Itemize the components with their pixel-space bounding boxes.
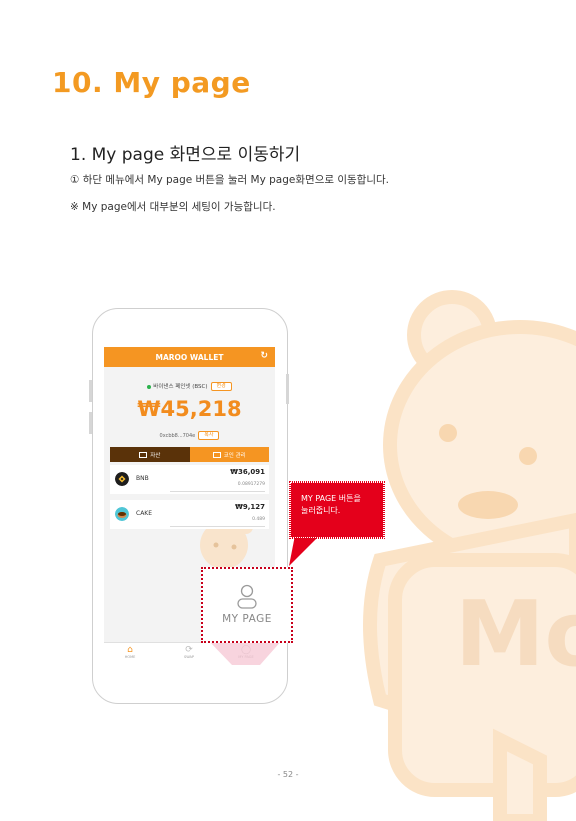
tab-coin-manage-label: 코인 관리 <box>223 452 246 459</box>
mascot-illustration: Mo <box>363 290 576 821</box>
nav-swap-label: SWAP <box>184 655 194 659</box>
note-text: ※ My page에서 대부분의 세팅이 가능합니다. <box>70 201 276 213</box>
bottom-nav: ⌂ HOME ⟳ SWAP ◯ MY PAGE <box>104 642 275 665</box>
callout-box: MY PAGE 버튼을 눌러줍니다. <box>289 481 385 539</box>
svg-text:Mo: Mo <box>455 582 576 687</box>
page-number: - 52 - <box>277 770 299 779</box>
nav-home-label: HOME <box>124 655 136 659</box>
mypage-label: MY PAGE <box>222 613 272 625</box>
coin-amount: 0.489 <box>252 517 265 522</box>
wallet-tabs: 자산 코인 관리 <box>110 447 269 462</box>
network-change-button[interactable]: 변경 <box>210 382 232 391</box>
callout-line1: MY PAGE 버튼을 <box>301 494 361 503</box>
callout-line2: 눌러줍니다. <box>301 506 341 515</box>
coin-row-cake[interactable]: CAKE ₩9,127 0.489 <box>110 500 269 529</box>
network-row: 바이낸스 페인넷 (BSC) 변경 <box>104 382 275 391</box>
instruction-text: ① 하단 메뉴에서 My page 버튼을 눌러 My page화면으로 이동합… <box>70 174 389 186</box>
section-title: 1. My page 화면으로 이동하기 <box>70 145 301 165</box>
balance-amount: ₩45,218 <box>137 397 242 421</box>
phone-side-button <box>89 412 92 434</box>
tab-assets-label: 자산 <box>150 452 161 459</box>
copy-address-button[interactable]: 복사 <box>198 431 220 440</box>
coin-row-bnb[interactable]: BNB ₩36,091 0.08917279 <box>110 465 269 494</box>
swap-icon: ⟳ <box>185 645 193 655</box>
coin-value: ₩9,127 <box>235 503 265 511</box>
tab-coin-manage[interactable]: 코인 관리 <box>189 447 269 462</box>
status-dot-icon <box>147 384 152 389</box>
nav-mypage[interactable]: ◯ MY PAGE <box>236 645 256 659</box>
wallet-address: 0xcbb8...704e <box>159 433 196 439</box>
coin-name: BNB <box>136 475 149 482</box>
nav-swap[interactable]: ⟳ SWAP <box>179 645 199 659</box>
page-title: 10. My page <box>52 66 251 99</box>
user-icon: ◯ <box>240 645 252 655</box>
divider <box>170 491 265 492</box>
wallet-icon <box>139 451 148 458</box>
tab-assets[interactable]: 자산 <box>110 447 190 462</box>
cake-icon <box>115 507 129 521</box>
coin-value: ₩36,091 <box>230 468 265 476</box>
mypage-highlight[interactable]: MY PAGE <box>201 567 293 643</box>
app-header: MAROO WALLET ↻ <box>104 347 275 367</box>
user-icon <box>237 584 257 609</box>
home-icon: ⌂ <box>127 645 133 655</box>
bnb-icon <box>115 472 129 486</box>
coin-name: CAKE <box>136 510 153 517</box>
list-icon <box>212 451 221 458</box>
refresh-icon[interactable]: ↻ <box>260 351 268 361</box>
divider <box>170 526 265 527</box>
nav-home[interactable]: ⌂ HOME <box>120 645 140 659</box>
address-row: 0xcbb8...704e 복사 <box>104 431 275 440</box>
network-label: 바이낸스 페인넷 (BSC) <box>153 384 208 390</box>
phone-side-button <box>89 380 92 402</box>
coin-amount: 0.08917279 <box>237 482 265 487</box>
phone-power-button <box>286 374 289 404</box>
app-title: MAROO WALLET <box>155 352 224 362</box>
nav-mypage-label: MY PAGE <box>238 655 254 659</box>
